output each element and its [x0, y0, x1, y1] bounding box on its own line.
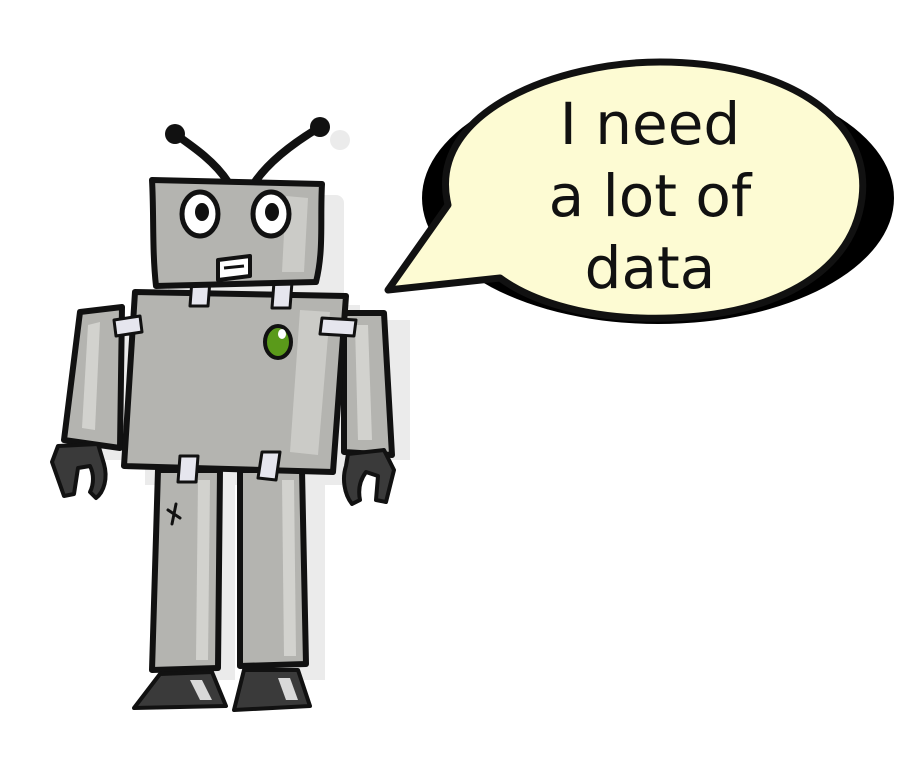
- head: [149, 177, 325, 289]
- antennae: [165, 117, 330, 186]
- speech-line-2: a lot of: [548, 162, 752, 230]
- right-foot: [232, 668, 312, 712]
- torso: [121, 289, 349, 475]
- right-claw: [342, 448, 396, 506]
- left-claw: [50, 442, 108, 500]
- left-leg: [149, 467, 223, 673]
- speech-line-1: I need: [559, 90, 741, 158]
- speech-bubble-text: I need a lot of data: [470, 88, 830, 304]
- antenna-ball-right: [310, 117, 330, 137]
- antenna-ball-left: [165, 124, 185, 144]
- left-arm: [61, 304, 125, 451]
- chest-button: [263, 324, 293, 360]
- speech-line-3: data: [584, 234, 716, 302]
- left-foot: [132, 670, 228, 710]
- right-leg: [237, 467, 309, 669]
